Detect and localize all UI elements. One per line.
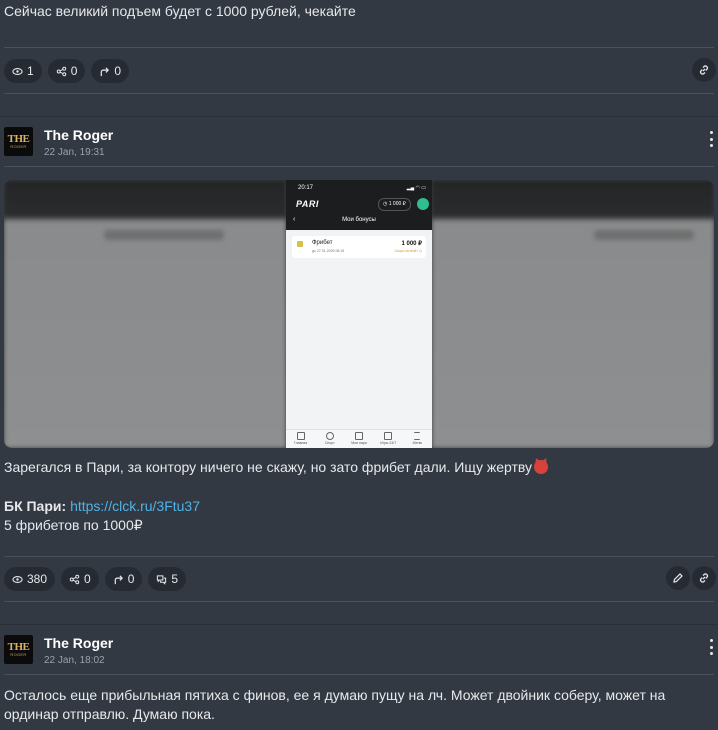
devil-emoji-icon bbox=[534, 460, 549, 474]
avatar-logo-text: THE bbox=[7, 132, 30, 145]
forward-button[interactable]: 0 bbox=[104, 567, 143, 591]
phone-bottom-nav: Главная Спорт Мои пари Игры 24/7 Меню bbox=[286, 429, 432, 448]
bonus-status: Скоро истечёт ◷ bbox=[394, 249, 422, 253]
divider bbox=[4, 93, 714, 94]
share-button[interactable]: 0 bbox=[47, 59, 86, 83]
forward-button[interactable]: 0 bbox=[91, 59, 130, 83]
nav-bets: Мои пари bbox=[344, 430, 373, 448]
home-icon bbox=[296, 432, 305, 440]
ticket-icon bbox=[355, 432, 363, 440]
post-text: Осталось еще прибыльная пятиха с финов, … bbox=[4, 687, 666, 722]
nav-games: Игры 24/7 bbox=[374, 430, 403, 448]
eye-icon bbox=[12, 575, 23, 583]
divider bbox=[4, 47, 714, 48]
bonus-card: Фрибет до 27.01.2025 08:15 1 000 ₽ Скоро… bbox=[292, 236, 426, 258]
nav-home: Главная bbox=[286, 430, 315, 448]
shares-count: 0 bbox=[84, 572, 91, 586]
views-counter[interactable]: 1 bbox=[4, 59, 42, 83]
divider bbox=[4, 674, 714, 675]
avatar-logo-subtext: ROGER bbox=[10, 651, 27, 657]
author-name[interactable]: The Roger bbox=[44, 635, 113, 651]
post-actions: 1 0 0 bbox=[4, 59, 130, 83]
author-name[interactable]: The Roger bbox=[44, 127, 113, 143]
forward-icon bbox=[114, 574, 123, 584]
shares-count: 0 bbox=[70, 64, 78, 78]
divider bbox=[4, 166, 714, 167]
avatar[interactable]: THE ROGER bbox=[4, 635, 33, 664]
forward-icon bbox=[101, 66, 110, 76]
avatar-logo-subtext: ROGER bbox=[10, 143, 27, 149]
post-text-line: Зарегался в Пари, за контору ничего не с… bbox=[4, 458, 549, 477]
post-text: Зарегался в Пари, за контору ничего не с… bbox=[4, 459, 533, 475]
post-image[interactable]: 20:17 ▂▄ ◠ ▭ PARI ◷ 1 000 ₽ ‹ Мои бонусы… bbox=[4, 180, 714, 448]
post-header: THE ROGER The Roger 22 Jan, 19:31 bbox=[4, 127, 714, 167]
post-separator bbox=[0, 624, 718, 625]
bk-link[interactable]: https://clck.ru/3Ftu37 bbox=[70, 498, 200, 514]
edit-button[interactable] bbox=[666, 566, 690, 590]
comments-button[interactable]: 5 bbox=[148, 567, 187, 591]
more-menu-icon[interactable] bbox=[708, 639, 714, 655]
phone-status-icons: ▂▄ ◠ ▭ bbox=[406, 185, 426, 191]
gift-icon bbox=[297, 241, 303, 247]
phone-title: Мои бонусы bbox=[342, 217, 376, 223]
divider bbox=[4, 556, 714, 557]
comments-icon bbox=[157, 574, 167, 585]
bk-line: БК Пари: https://clck.ru/3Ftu37 bbox=[4, 497, 200, 516]
bonus-amount: 1 000 ₽ bbox=[401, 241, 423, 247]
views-count: 380 bbox=[27, 572, 48, 586]
divider bbox=[4, 601, 714, 602]
link-icon bbox=[699, 65, 709, 75]
blurred-background-right bbox=[432, 180, 714, 448]
blurred-shape bbox=[594, 230, 694, 240]
forwards-count: 0 bbox=[127, 572, 135, 586]
nav-label: Главная bbox=[293, 441, 308, 445]
post-text-line: 5 фрибетов по 1000₽ bbox=[4, 517, 143, 533]
games-icon bbox=[384, 432, 393, 440]
phone-balance: ◷ 1 000 ₽ bbox=[378, 198, 411, 211]
nav-label: Мои пари bbox=[351, 441, 367, 445]
pencil-icon bbox=[673, 573, 683, 583]
nav-label: Меню bbox=[412, 441, 423, 445]
blurred-background-left bbox=[4, 180, 286, 448]
views-counter[interactable]: 380 bbox=[4, 567, 56, 591]
phone-time: 20:17 bbox=[298, 185, 314, 191]
nav-label: Спорт bbox=[324, 441, 335, 445]
nav-label: Игры 24/7 bbox=[380, 441, 397, 445]
ball-icon bbox=[325, 432, 334, 440]
post-text: Сейчас великий подъем будет с 1000 рубле… bbox=[4, 3, 356, 19]
copy-link-button[interactable] bbox=[692, 58, 716, 82]
forwards-count: 0 bbox=[114, 64, 122, 78]
post-date: 22 Jan, 19:31 bbox=[44, 147, 105, 158]
bonus-title: Фрибет bbox=[312, 240, 333, 246]
link-icon bbox=[699, 573, 709, 583]
copy-link-button[interactable] bbox=[692, 566, 716, 590]
share-icon bbox=[69, 574, 80, 584]
bonus-date: до 27.01.2025 08:15 bbox=[312, 249, 345, 253]
nav-sport: Спорт bbox=[315, 430, 344, 448]
bk-label: БК Пари: bbox=[4, 498, 67, 514]
more-menu-icon[interactable] bbox=[708, 131, 714, 147]
menu-icon bbox=[414, 432, 421, 440]
post-actions: 380 0 0 5 bbox=[4, 567, 187, 591]
post-separator bbox=[0, 116, 718, 117]
post-date: 22 Jan, 18:02 bbox=[44, 655, 105, 666]
eye-icon bbox=[12, 67, 23, 75]
views-count: 1 bbox=[27, 64, 34, 78]
blurred-shape bbox=[104, 230, 224, 240]
avatar[interactable]: THE ROGER bbox=[4, 127, 33, 156]
comments-count: 5 bbox=[171, 572, 179, 586]
avatar-logo-text: THE bbox=[7, 640, 30, 653]
share-icon bbox=[56, 66, 66, 76]
user-icon bbox=[417, 198, 429, 210]
share-button[interactable]: 0 bbox=[61, 567, 99, 591]
phone-screenshot: 20:17 ▂▄ ◠ ▭ PARI ◷ 1 000 ₽ ‹ Мои бонусы… bbox=[286, 180, 432, 448]
pari-logo: PARI bbox=[296, 199, 319, 209]
post-header: THE ROGER The Roger 22 Jan, 18:02 bbox=[4, 635, 714, 675]
nav-menu: Меню bbox=[403, 430, 432, 448]
